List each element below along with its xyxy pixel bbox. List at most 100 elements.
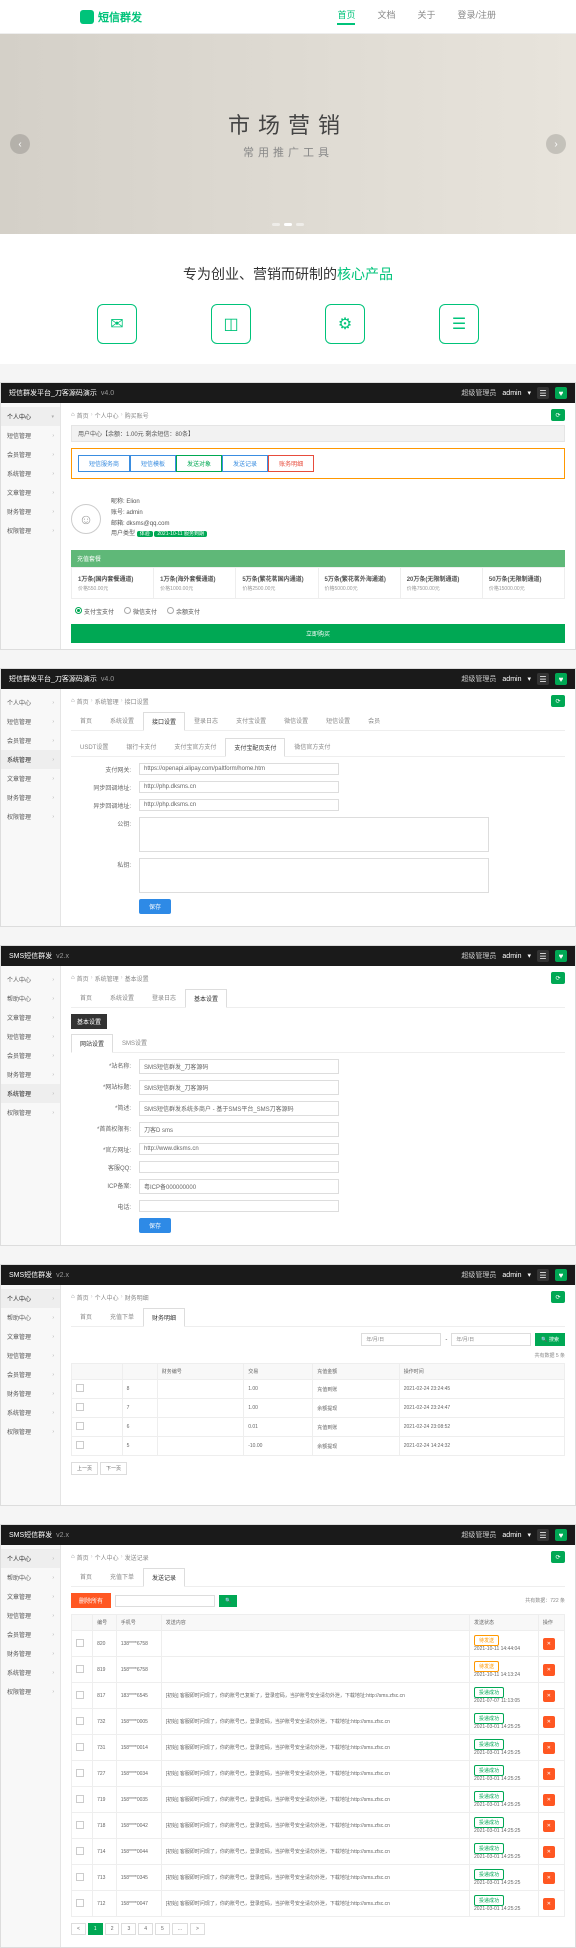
sidebar-item-personal[interactable]: 个人中心▾ (1, 407, 60, 426)
sidebar-item[interactable]: 会员管理› (1, 731, 60, 750)
carousel-prev-icon[interactable]: ‹ (10, 134, 30, 154)
row-checkbox[interactable] (76, 1422, 84, 1430)
sidebar-item[interactable]: 权限管理› (1, 1422, 60, 1441)
menu-icon[interactable]: ☰ (537, 1529, 549, 1541)
form-input[interactable]: http://php.dksms.cn (139, 799, 339, 811)
ctab[interactable]: 账务明细 (268, 455, 314, 472)
row-checkbox[interactable] (76, 1691, 84, 1699)
tab[interactable]: SMS设置 (113, 1033, 156, 1052)
ctab[interactable]: 短信服务商 (78, 455, 130, 472)
sidebar-item[interactable]: 财务管理› (1, 788, 60, 807)
sidebar-item[interactable]: 帮助中心› (1, 989, 60, 1008)
sidebar-item[interactable]: 系统管理› (1, 1663, 60, 1682)
tab[interactable]: 支付宝设置 (227, 711, 275, 730)
package-item[interactable]: 20万条(无限制通道)价格7500.00元 (401, 568, 483, 598)
sidebar-item[interactable]: 文章管理› (1, 1327, 60, 1346)
dot[interactable] (272, 223, 280, 226)
sidebar-item[interactable]: 短信管理› (1, 1027, 60, 1046)
delete-button[interactable]: ✕ (543, 1898, 555, 1910)
row-checkbox[interactable] (76, 1441, 84, 1449)
phone-search-input[interactable] (115, 1595, 215, 1607)
form-input[interactable] (139, 1200, 339, 1212)
sidebar-item[interactable]: 财务管理› (1, 1384, 60, 1403)
delete-button[interactable]: ✕ (543, 1820, 555, 1832)
heart-icon[interactable]: ♥ (555, 673, 567, 685)
row-checkbox[interactable] (76, 1899, 84, 1907)
form-input[interactable]: http://php.dksms.cn (139, 781, 339, 793)
sidebar-item[interactable]: 短信管理› (1, 1346, 60, 1365)
save-button[interactable]: 保存 (139, 899, 171, 914)
dot[interactable] (296, 223, 304, 226)
page-button[interactable]: 3 (121, 1923, 136, 1935)
refresh-button[interactable]: ⟳ (551, 1551, 565, 1563)
sidebar-item[interactable]: 会员管理› (1, 1625, 60, 1644)
sidebar-item[interactable]: 权限管理› (1, 521, 60, 540)
date-from[interactable]: 年/月/日 (361, 1333, 441, 1346)
ctab[interactable]: 发送对象 (176, 455, 222, 472)
delete-button[interactable]: ✕ (543, 1846, 555, 1858)
heart-icon[interactable]: ♥ (555, 950, 567, 962)
tab[interactable]: 接口设置 (143, 712, 185, 731)
menu-icon[interactable]: ☰ (537, 1269, 549, 1281)
package-item[interactable]: 1万条(海外套餐通道)价格1000.00元 (154, 568, 236, 598)
package-item[interactable]: 5万条(繁花茗外海通道)价格5000.00元 (319, 568, 401, 598)
delete-button[interactable]: ✕ (543, 1768, 555, 1780)
logo[interactable]: 短信群发 (80, 9, 142, 25)
menu-icon[interactable]: ☰ (537, 950, 549, 962)
row-checkbox[interactable] (76, 1665, 84, 1673)
delete-button[interactable]: ✕ (543, 1794, 555, 1806)
page-button[interactable]: 4 (138, 1923, 153, 1935)
sidebar-item[interactable]: 文章管理› (1, 1008, 60, 1027)
sidebar-item[interactable]: 短信管理› (1, 426, 60, 445)
dot[interactable] (284, 223, 292, 226)
form-input[interactable] (139, 858, 489, 893)
tab[interactable]: 基本设置 (185, 989, 227, 1008)
sidebar-item[interactable]: 文章管理› (1, 1587, 60, 1606)
sidebar-item[interactable]: 个人中心› (1, 1289, 60, 1308)
page-button[interactable]: 1 (88, 1923, 103, 1935)
row-checkbox[interactable] (76, 1847, 84, 1855)
sidebar-item[interactable]: 财务管理› (1, 1644, 60, 1663)
sidebar-item[interactable]: 文章管理› (1, 483, 60, 502)
sidebar-item[interactable]: 财务管理› (1, 1065, 60, 1084)
sidebar-item[interactable]: 财务管理› (1, 502, 60, 521)
sidebar-item[interactable]: 会员管理› (1, 1046, 60, 1065)
radio-alipay[interactable] (75, 607, 82, 614)
page-button[interactable]: ... (172, 1923, 188, 1935)
carousel-next-icon[interactable]: › (546, 134, 566, 154)
page-button[interactable]: 2 (105, 1923, 120, 1935)
sidebar-item[interactable]: 系统管理› (1, 750, 60, 769)
date-to[interactable]: 年/月/日 (451, 1333, 531, 1346)
tab[interactable]: 会员 (359, 711, 389, 730)
sidebar-item[interactable]: 权限管理› (1, 807, 60, 826)
heart-icon[interactable]: ♥ (555, 1529, 567, 1541)
tab[interactable]: 系统设置 (101, 988, 143, 1007)
sidebar-item[interactable]: 会员管理› (1, 1365, 60, 1384)
tab[interactable]: 登录日志 (185, 711, 227, 730)
pager-next[interactable]: 下一页 (100, 1462, 127, 1475)
package-item[interactable]: 1万条(国内套餐通道)价格550.00元 (72, 568, 154, 598)
refresh-button[interactable]: ⟳ (551, 972, 565, 984)
tab[interactable]: 银行卡支付 (117, 737, 165, 756)
form-input[interactable]: SMS短信群发_刀客源码 (139, 1080, 339, 1095)
tab[interactable]: 支付宝官方支付 (165, 737, 225, 756)
sidebar-item[interactable]: 权限管理› (1, 1103, 60, 1122)
search-button[interactable]: 🔍 (219, 1595, 237, 1607)
page-button[interactable]: < (71, 1923, 86, 1935)
sidebar-item[interactable]: 权限管理› (1, 1682, 60, 1701)
row-checkbox[interactable] (76, 1639, 84, 1647)
form-input[interactable]: 粤ICP备000000000 (139, 1179, 339, 1194)
tab[interactable]: 首页 (71, 1567, 101, 1586)
menu-icon[interactable]: ☰ (537, 673, 549, 685)
sidebar-item[interactable]: 短信管理› (1, 1606, 60, 1625)
tab[interactable]: 短信设置 (317, 711, 359, 730)
pager-prev[interactable]: 上一页 (71, 1462, 98, 1475)
form-input[interactable]: SMS短信群发系统多商户 - 基于SMS平台_SMS刀客源码 (139, 1101, 339, 1116)
home-icon[interactable]: ⌂ (71, 412, 75, 418)
sidebar-item[interactable]: 个人中心› (1, 1549, 60, 1568)
sidebar-item[interactable]: 帮助中心› (1, 1308, 60, 1327)
form-input[interactable] (139, 817, 489, 852)
sidebar-item[interactable]: 短信管理› (1, 712, 60, 731)
refresh-button[interactable]: ⟳ (551, 695, 565, 707)
tab[interactable]: 充值下单 (101, 1307, 143, 1326)
